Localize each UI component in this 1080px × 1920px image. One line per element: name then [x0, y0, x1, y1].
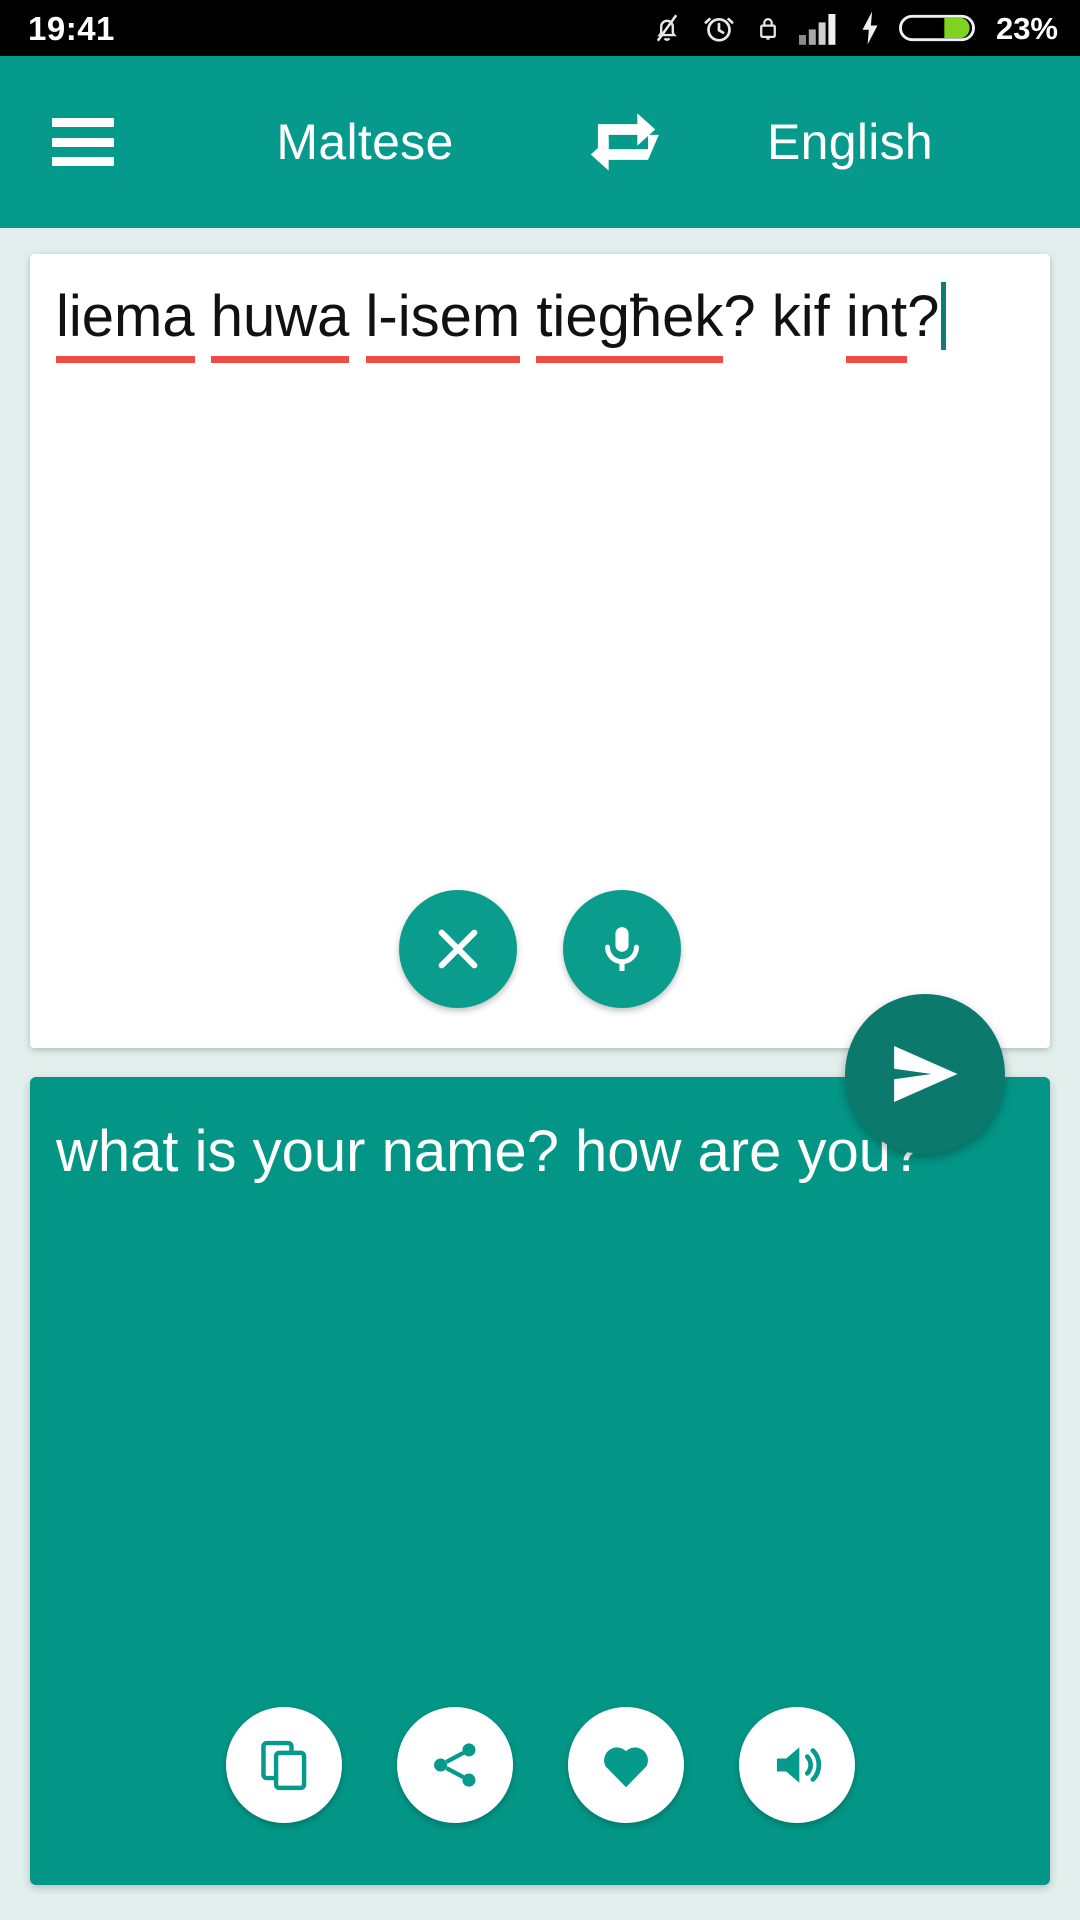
menu-bar-2 [52, 137, 114, 147]
share-icon [433, 1743, 475, 1787]
source-token: liema [56, 284, 195, 363]
app-screen: 19:41 23% Maltese English liema huwa l-i… [0, 0, 1080, 1920]
source-text-input[interactable]: liema huwa l-isem tiegħek? kif int? [56, 282, 1034, 363]
share-button[interactable] [396, 1707, 513, 1823]
signal-icon [798, 14, 836, 45]
target-language-selector[interactable]: English [670, 113, 1030, 171]
source-space [830, 284, 846, 349]
lock-icon [760, 18, 776, 40]
battery-percent-label: 23% [995, 10, 1058, 46]
status-bar-icons: 23% [650, 9, 1058, 47]
source-punct: ? [723, 284, 772, 349]
heart-icon [603, 1747, 648, 1788]
source-actions [30, 890, 1050, 1008]
app-bar: Maltese English [0, 56, 1080, 228]
source-token: tiegħek [536, 284, 724, 363]
battery-icon [898, 14, 975, 42]
clear-text-button[interactable] [399, 890, 517, 1008]
translation-result-card: what is your name? how are you? [30, 1077, 1050, 1885]
swap-icon [590, 113, 659, 171]
microphone-icon [605, 927, 639, 971]
charging-bolt-icon [862, 11, 878, 45]
source-punct: ? [907, 284, 940, 349]
source-token: kif [771, 284, 830, 349]
source-space [520, 284, 536, 349]
source-space [349, 284, 365, 349]
source-token: int [845, 284, 908, 363]
send-translate-button[interactable] [845, 994, 1005, 1154]
menu-bar-1 [52, 118, 114, 127]
source-token: huwa [210, 284, 350, 363]
notifications-off-icon [656, 14, 678, 42]
translation-actions [30, 1707, 1050, 1823]
source-text-card: liema huwa l-isem tiegħek? kif int? [30, 254, 1050, 1048]
status-bar: 19:41 23% [0, 0, 1080, 56]
source-language-selector[interactable]: Maltese [200, 113, 530, 171]
status-bar-clock: 19:41 [28, 9, 115, 47]
send-icon [894, 1046, 958, 1102]
copy-icon [260, 1740, 306, 1791]
favorite-button[interactable] [567, 1707, 684, 1823]
text-caret [941, 282, 947, 350]
source-space [195, 284, 211, 349]
speaker-icon [776, 1747, 821, 1783]
alarm-icon [704, 17, 734, 42]
menu-bar-3 [52, 157, 114, 166]
copy-button[interactable] [225, 1707, 342, 1823]
source-token: l-isem [365, 284, 521, 363]
swap-languages-button[interactable] [576, 95, 670, 189]
speak-button[interactable] [738, 1707, 855, 1823]
voice-input-button[interactable] [563, 890, 681, 1008]
hamburger-menu-icon[interactable] [52, 118, 114, 166]
close-icon [438, 929, 478, 969]
